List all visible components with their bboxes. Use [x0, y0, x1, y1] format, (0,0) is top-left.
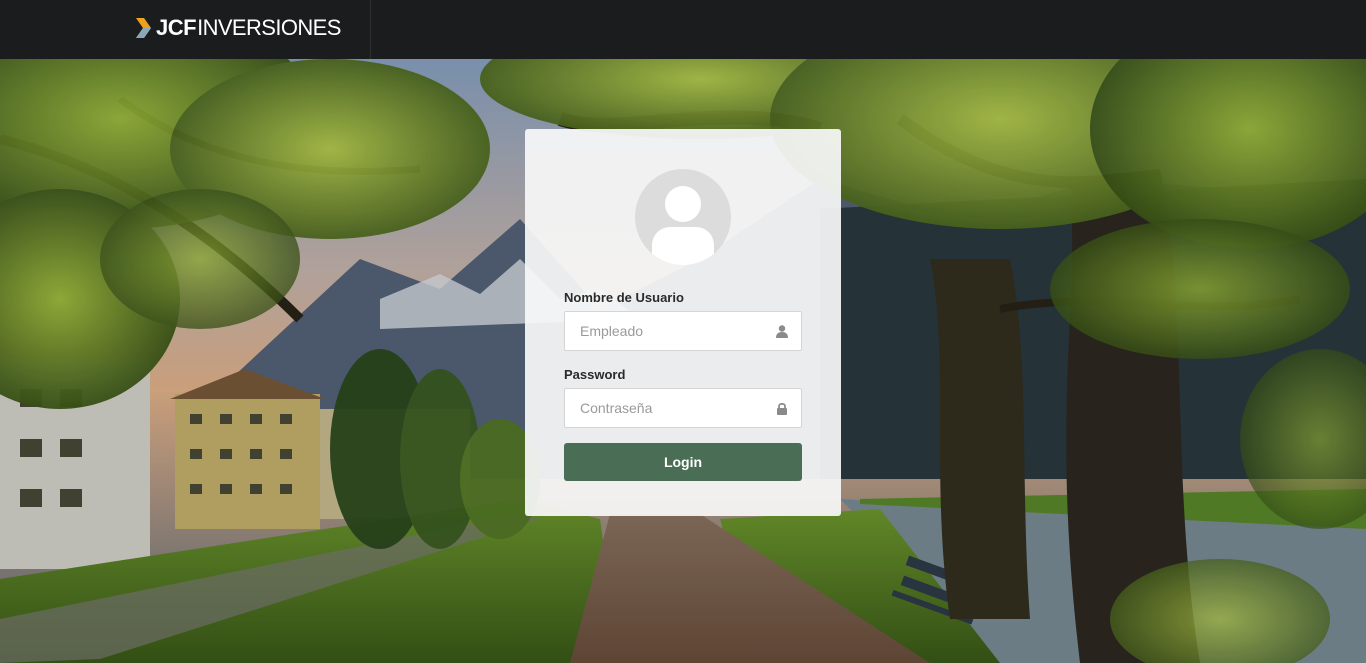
login-card: Nombre de Usuario Password Login: [525, 129, 841, 516]
lock-icon: [777, 403, 787, 415]
login-button[interactable]: Login: [564, 443, 802, 481]
brand-logo[interactable]: JCF INVERSIONES: [136, 15, 341, 40]
navbar-divider: [370, 0, 371, 59]
password-label: Password: [564, 367, 626, 382]
avatar-body: [652, 227, 714, 265]
jcf-chevron-logo-icon: [136, 18, 151, 38]
brand-name-bold: JCF: [156, 15, 197, 40]
avatar-head: [665, 186, 701, 222]
username-field-wrapper: [564, 311, 802, 351]
password-input[interactable]: [565, 389, 801, 427]
username-label: Nombre de Usuario: [564, 290, 684, 305]
username-input[interactable]: [565, 312, 801, 350]
user-avatar-icon: [635, 169, 731, 265]
top-navbar: JCF INVERSIONES: [0, 0, 1366, 59]
brand-name-light: INVERSIONES: [197, 15, 341, 40]
password-field-wrapper: [564, 388, 802, 428]
user-icon: [776, 325, 788, 338]
